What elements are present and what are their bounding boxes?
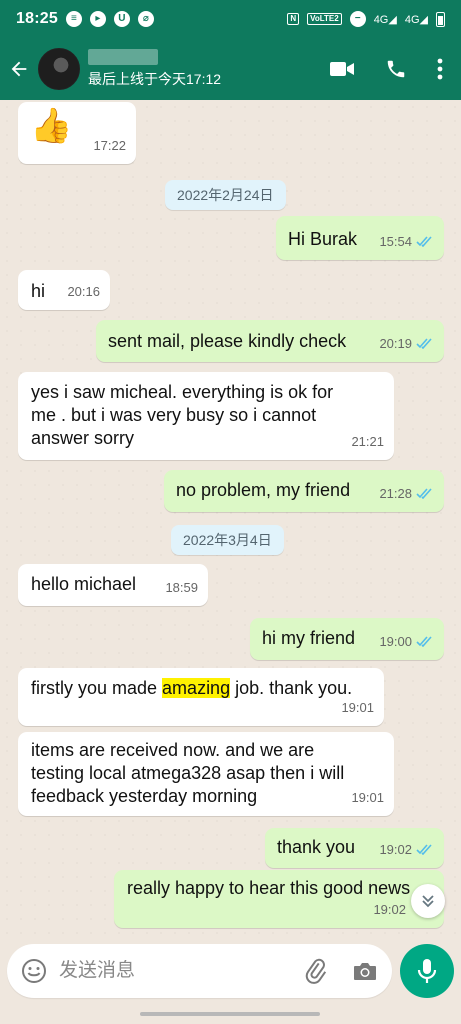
message-composer: [0, 944, 461, 1004]
read-ticks-icon: [416, 236, 432, 247]
contact-name-redacted: [88, 49, 158, 65]
message-outgoing[interactable]: really happy to hear this good news 19:0…: [114, 870, 444, 928]
more-options-icon[interactable]: [437, 58, 443, 80]
message-incoming[interactable]: hi 20:16: [18, 270, 110, 310]
chat-header: 最后上线于今天17:12: [0, 38, 461, 100]
emoji-icon[interactable]: [21, 958, 47, 984]
message-input[interactable]: [59, 960, 279, 982]
message-text: really happy to hear this good news: [127, 878, 411, 898]
message-time: 19:02: [373, 902, 406, 917]
message-incoming[interactable]: hello michael 18:59: [18, 564, 208, 606]
signal-icon-1: 4G◢: [373, 13, 397, 26]
message-time: 20:16: [67, 284, 100, 299]
signal-icon-2: 4G◢: [404, 13, 428, 26]
message-text: hi: [31, 281, 46, 301]
dnd-icon: −: [349, 11, 366, 27]
message-list[interactable]: 👍 17:22 2022年2月24日 Hi Burak 15:54 hi 20:…: [0, 100, 461, 944]
app-notification-icon: U: [113, 11, 130, 27]
volte-icon: VoLTE2: [307, 13, 342, 25]
message-text: hello michael: [31, 574, 137, 594]
message-incoming[interactable]: items are received now. and we are testi…: [18, 732, 394, 816]
system-nav-bar: [0, 1004, 461, 1024]
message-incoming[interactable]: firstly you made amazing job. thank you.…: [18, 668, 384, 726]
message-outgoing[interactable]: sent mail, please kindly check 20:19: [96, 320, 444, 362]
message-text: Hi Burak: [288, 229, 358, 249]
message-time: 18:59: [165, 580, 198, 595]
phone-icon[interactable]: [385, 58, 407, 80]
play-notification-icon: ▸: [89, 11, 106, 27]
last-seen-status: 最后上线于今天17:12: [88, 71, 222, 87]
read-ticks-icon: [416, 488, 432, 499]
date-separator: 2022年3月4日: [171, 525, 284, 555]
message-notification-icon: ≡: [65, 11, 82, 27]
date-separator: 2022年2月24日: [165, 180, 286, 210]
attach-icon[interactable]: [304, 958, 328, 984]
message-input-container[interactable]: [7, 944, 392, 998]
nfc-icon: N: [287, 13, 300, 25]
message-time: 19:02: [379, 842, 412, 857]
read-ticks-icon: [416, 636, 432, 647]
message-text: firstly you made amazing job. thank you.: [31, 678, 353, 698]
highlighted-word: amazing: [162, 678, 231, 698]
battery-icon: [436, 11, 445, 27]
camera-icon[interactable]: [352, 960, 378, 982]
message-time: 19:00: [379, 634, 412, 649]
message-time: 15:54: [379, 234, 412, 249]
message-text: items are received now. and we are testi…: [31, 740, 345, 806]
message-incoming[interactable]: 👍 17:22: [18, 102, 136, 164]
status-bar: 18:25 ≡ ▸ U ⌀ N VoLTE2 − 4G◢ 4G◢: [0, 0, 461, 38]
status-time: 18:25: [16, 10, 58, 27]
message-outgoing[interactable]: hi my friend 19:00: [250, 618, 444, 660]
sync-notification-icon: ⌀: [137, 11, 154, 27]
video-call-icon[interactable]: [329, 59, 355, 79]
scroll-down-icon[interactable]: [411, 884, 445, 918]
message-time: 19:01: [351, 790, 384, 805]
message-outgoing[interactable]: no problem, my friend 21:28: [164, 470, 444, 512]
thumbs-up-emoji: 👍: [30, 107, 73, 145]
mic-icon[interactable]: [400, 944, 454, 998]
message-outgoing[interactable]: thank you 19:02: [265, 828, 444, 868]
read-ticks-icon: [416, 844, 432, 855]
contact-avatar[interactable]: [38, 48, 80, 90]
message-text: no problem, my friend: [176, 480, 351, 500]
home-gesture-pill[interactable]: [140, 1012, 320, 1016]
message-text: sent mail, please kindly check: [108, 331, 347, 351]
read-ticks-icon: [416, 338, 432, 349]
message-outgoing[interactable]: Hi Burak 15:54: [276, 216, 444, 260]
message-time: 17:22: [93, 138, 126, 153]
back-arrow-icon[interactable]: [0, 38, 38, 100]
message-text: thank you: [277, 837, 356, 857]
message-incoming[interactable]: yes i saw micheal. everything is ok for …: [18, 372, 394, 460]
contact-info[interactable]: 最后上线于今天17:12: [88, 49, 221, 89]
message-time: 19:01: [341, 700, 374, 715]
message-time: 20:19: [379, 336, 412, 351]
message-text: yes i saw micheal. everything is ok for …: [31, 382, 334, 448]
message-text: hi my friend: [262, 628, 356, 648]
message-time: 21:21: [351, 434, 384, 449]
message-time: 21:28: [379, 486, 412, 501]
